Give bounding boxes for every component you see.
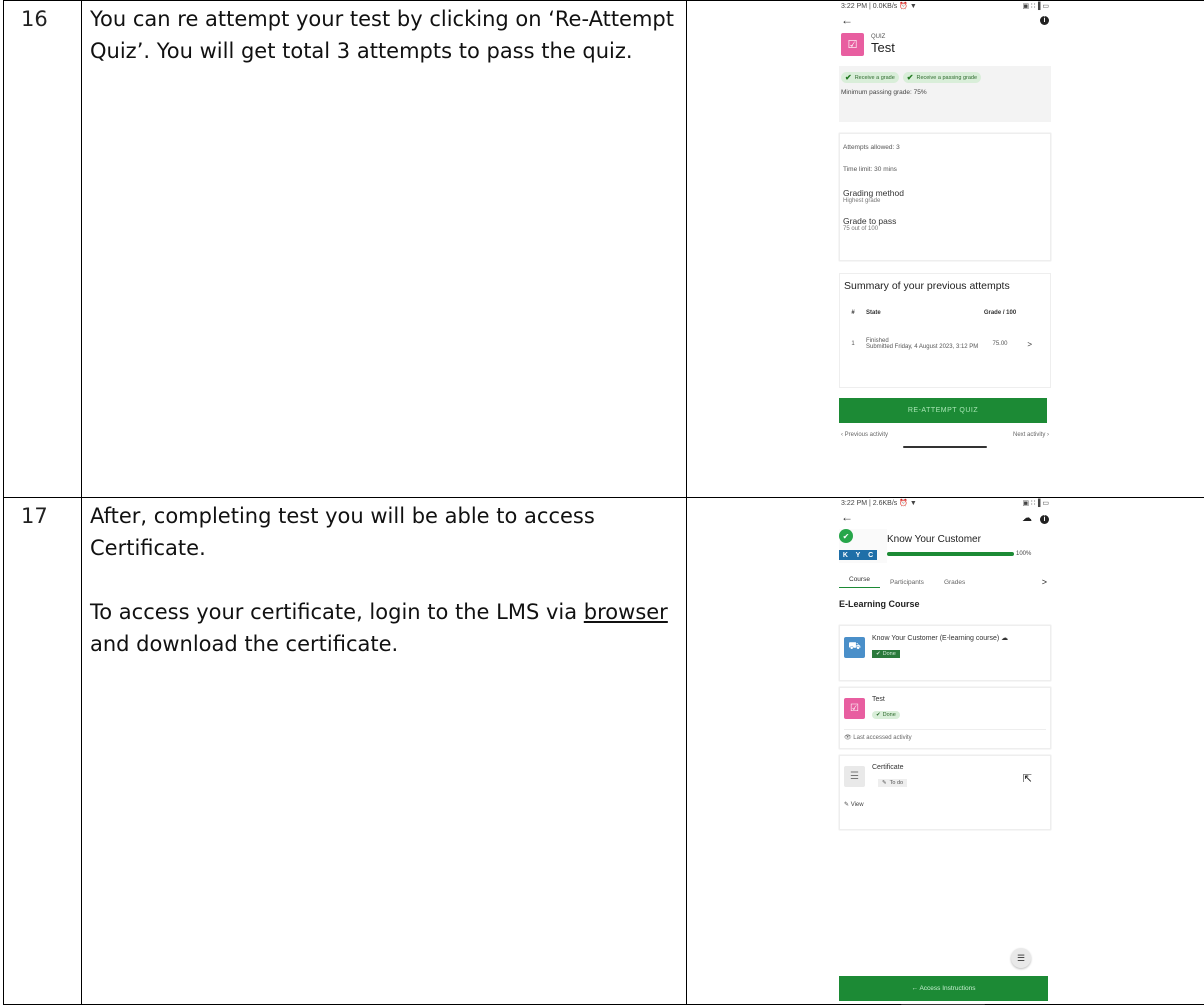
quiz-icon: ☑	[841, 32, 864, 56]
status-time: 3:22 PM | 2.6KB/s ⏰ ▼	[841, 500, 917, 507]
view-link[interactable]: ✎ View	[844, 801, 1046, 816]
tab-course[interactable]: Course	[839, 576, 880, 588]
table-row: 17 After, completing test you will be ab…	[3, 497, 1204, 1005]
activity-nav: ‹ Previous activity Next activity ›	[839, 432, 1051, 438]
previous-activity-link[interactable]: ‹ Previous activity	[841, 432, 888, 438]
step-number: 17	[3, 497, 82, 1005]
activity-card[interactable]: ☰ Certificate ✎ To do ⇱ ✎ View	[839, 755, 1051, 830]
activity-name: Know Your Customer (E-learning course) ☁	[872, 635, 1009, 642]
attempts-allowed: Attempts allowed: 3	[843, 144, 900, 151]
summary-header: # State Grade / 100	[851, 310, 1017, 316]
time-limit: Time limit: 30 mins	[843, 166, 897, 173]
attempts-summary: Summary of your previous attempts # Stat…	[839, 273, 1051, 388]
browser-link[interactable]: browser	[584, 600, 668, 624]
quiz-screen: 3:22 PM | 0.0KB/s ⏰ ▼ ▣ ∷▐ ▭ ← i ☑ QUIZ …	[839, 2, 1051, 496]
grade-to-pass-value: 75 out of 100	[843, 226, 879, 232]
reattempt-quiz-button[interactable]: RE-ATTEMPT QUIZ	[839, 398, 1047, 423]
step-text: After, completing test you will be able …	[81, 497, 687, 1005]
activity-name: Test	[872, 696, 885, 703]
info-icon[interactable]: i	[1040, 515, 1049, 524]
grading-method-label: Grading method	[843, 188, 904, 198]
table-row[interactable]: 1 Finished Submitted Friday, 4 August 202…	[844, 338, 1046, 350]
status-bar: 3:22 PM | 0.0KB/s ⏰ ▼ ▣ ∷▐ ▭	[839, 2, 1051, 12]
table-row: 16 You can re attempt your test by click…	[3, 0, 1204, 498]
tab-grades[interactable]: Grades	[934, 579, 975, 586]
check-icon: ✔	[839, 529, 853, 543]
edit-icon: ✎	[882, 780, 887, 786]
back-arrow-icon[interactable]: ←	[841, 510, 853, 524]
course-header: ✔ K Y C Know Your Customer 100%	[839, 529, 1051, 567]
activity-card[interactable]: ⛟ Know Your Customer (E-learning course)…	[839, 625, 1051, 681]
step-description: To access your certificate, login to the…	[90, 600, 668, 656]
step-text: You can re attempt your test by clicking…	[81, 0, 687, 498]
completion-conditions: ✔ Receive a grade ✔ Receive a passing grad…	[839, 66, 1051, 122]
chevron-right-icon[interactable]: >	[1020, 340, 1032, 349]
course-tabs: Course Participants Grades >	[839, 573, 1051, 591]
step-number: 16	[3, 0, 82, 498]
course-title: Know Your Customer	[887, 534, 981, 545]
progress-label: 100%	[1016, 551, 1032, 557]
step-description: After, completing test you will be able …	[90, 504, 595, 560]
external-link-icon[interactable]: ⇱	[1023, 772, 1032, 785]
next-activity-link[interactable]: Next activity ›	[1013, 432, 1049, 438]
top-nav: ← i	[839, 12, 1051, 28]
grade-to-pass-label: Grade to pass	[843, 216, 897, 226]
status-icons: ▣ ∷▐ ▭	[1022, 3, 1049, 10]
quiz-icon: ☑	[844, 698, 865, 719]
course-index-button[interactable]: ☰	[1011, 948, 1031, 968]
check-icon: ✔	[876, 712, 881, 718]
course-progress: 100%	[887, 551, 1031, 557]
status-bar: 3:22 PM | 2.6KB/s ⏰ ▼ ▣ ∷▐ ▭	[839, 499, 1051, 509]
back-arrow-icon[interactable]: ←	[841, 13, 853, 27]
document-icon: ☰	[844, 766, 865, 787]
quiz-title: Test	[871, 39, 895, 55]
status-time: 3:22 PM | 0.0KB/s ⏰ ▼	[841, 3, 917, 10]
check-icon: ✔	[876, 651, 881, 657]
status-badge: ✔ Done	[872, 650, 900, 658]
status-badge: ✔ Done	[872, 711, 900, 719]
instruction-table: 16 You can re attempt your test by click…	[3, 0, 1204, 1005]
last-accessed-label: 👁 Last accessed activity	[844, 729, 1046, 741]
info-icon[interactable]: i	[1040, 15, 1049, 25]
quiz-header: ☑ QUIZ Test	[839, 28, 1051, 60]
screenshot-cell: 3:22 PM | 2.6KB/s ⏰ ▼ ▣ ∷▐ ▭ ← ☁ i ✔ K Y …	[686, 497, 1204, 1005]
summary-title: Summary of your previous attempts	[844, 280, 1010, 292]
course-screen: 3:22 PM | 2.6KB/s ⏰ ▼ ▣ ∷▐ ▭ ← ☁ i ✔ K Y …	[839, 499, 1051, 1005]
chevron-right-icon[interactable]: >	[1042, 577, 1051, 587]
activity-card[interactable]: ☑ Test ✔ Done 👁 Last accessed activity	[839, 687, 1051, 749]
check-icon: ✔	[845, 73, 852, 82]
condition-pill: ✔ Receive a passing grade	[902, 72, 982, 83]
quiz-details: Attempts allowed: 3 Time limit: 30 mins …	[839, 133, 1051, 261]
section-title: E-Learning Course	[839, 599, 920, 609]
package-icon: ⛟	[844, 636, 865, 658]
edit-icon: ✎	[844, 802, 850, 808]
kyc-logo: ✔ K Y C	[839, 529, 887, 563]
progress-fill	[887, 552, 1014, 556]
access-instructions-button[interactable]: ← Access Instructions	[839, 976, 1048, 1001]
condition-pill: ✔ Receive a grade	[841, 72, 899, 83]
top-nav: ← ☁ i	[839, 509, 1051, 525]
step-description: You can re attempt your test by clicking…	[90, 7, 674, 63]
cloud-download-icon[interactable]: ☁	[1022, 513, 1032, 524]
screenshot-cell: 3:22 PM | 0.0KB/s ⏰ ▼ ▣ ∷▐ ▭ ← i ☑ QUIZ …	[686, 0, 1204, 498]
grading-method-value: Highest grade	[843, 198, 881, 204]
min-grade: Minimum passing grade: 75%	[841, 89, 927, 96]
activity-name: Certificate	[872, 764, 904, 771]
status-icons: ▣ ∷▐ ▭	[1022, 500, 1049, 507]
check-icon: ✔	[906, 73, 914, 82]
home-indicator	[903, 446, 987, 448]
status-badge: ✎ To do	[878, 779, 908, 787]
tab-participants[interactable]: Participants	[880, 579, 934, 586]
